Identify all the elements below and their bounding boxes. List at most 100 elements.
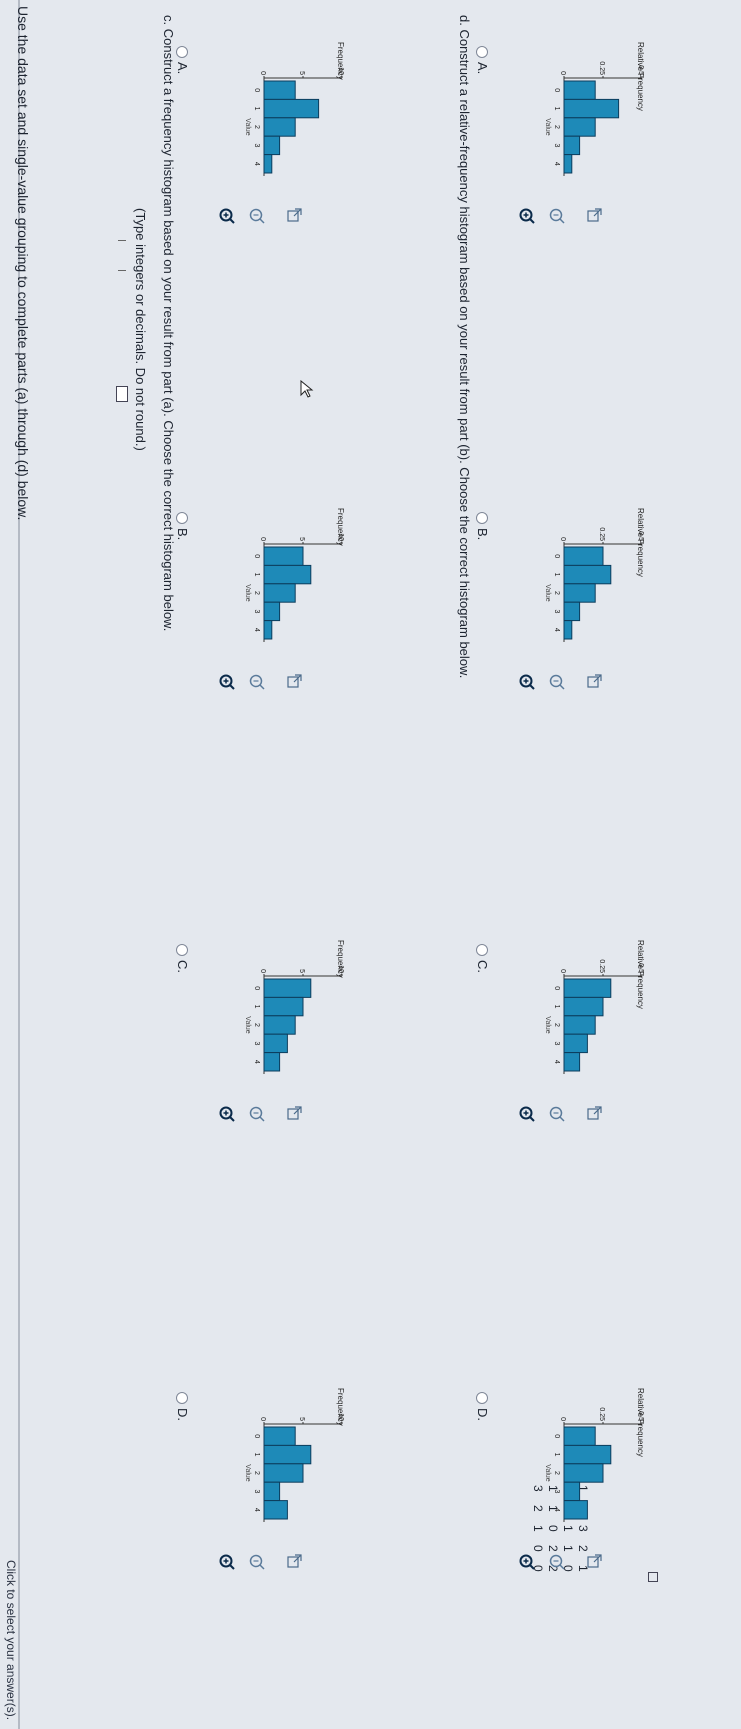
histogram-bar	[563, 601, 581, 622]
option-letter: C.	[175, 960, 190, 973]
y-tick-label: 10	[337, 67, 344, 75]
option-b[interactable]: B.	[175, 512, 190, 540]
zoom-out-icon[interactable]	[548, 207, 566, 225]
part-c-instruction: c. Construct a frequency histogram based…	[161, 15, 176, 632]
question-intro: Use the data set and single-value groupi…	[15, 6, 31, 521]
x-tick-label: 2	[253, 591, 260, 595]
expand-icon[interactable]	[586, 674, 602, 690]
x-axis-label: Value	[544, 584, 551, 601]
zoom-out-icon[interactable]	[548, 1553, 566, 1571]
zoom-in-icon[interactable]	[218, 1105, 236, 1123]
zoom-in-icon[interactable]	[518, 1105, 536, 1123]
zoom-in-icon[interactable]	[218, 207, 236, 225]
histogram-bar	[263, 1052, 281, 1072]
histogram-bar	[563, 154, 573, 174]
y-tick-label: 0	[559, 1417, 566, 1421]
radio-button[interactable]	[176, 512, 189, 524]
option-letter: D.	[475, 1408, 490, 1421]
option-b[interactable]: B.	[475, 512, 490, 540]
histogram-bar	[263, 601, 281, 622]
x-tick-label: 1	[253, 1453, 260, 1457]
radio-button[interactable]	[476, 944, 489, 956]
expand-icon[interactable]	[586, 208, 602, 224]
expand-icon[interactable]	[286, 1106, 302, 1122]
x-tick-label: 1	[253, 1005, 260, 1009]
expand-icon[interactable]	[286, 674, 302, 690]
zoom-in-icon[interactable]	[218, 1553, 236, 1571]
zoom-out-icon[interactable]	[248, 1553, 266, 1571]
x-tick-label: 2	[253, 1023, 260, 1027]
x-tick-label: 0	[253, 88, 260, 92]
zoom-in-icon[interactable]	[518, 673, 536, 691]
expand-icon[interactable]	[586, 1554, 602, 1570]
option-a[interactable]: A.	[475, 46, 490, 74]
radio-button[interactable]	[176, 46, 189, 58]
x-tick-label: 4	[553, 1060, 560, 1064]
y-tick-label: 0.5	[637, 65, 644, 75]
option-d[interactable]: D.	[175, 1392, 190, 1421]
x-axis-label: Value	[544, 1016, 551, 1033]
y-tick-label: 0.5	[637, 531, 644, 541]
x-axis-label: Value	[544, 1464, 551, 1481]
option-c[interactable]: C.	[175, 944, 190, 973]
histogram-bar	[563, 546, 604, 566]
y-tick-label: 0	[259, 1417, 266, 1421]
histogram-bar	[563, 978, 612, 998]
radio-button[interactable]	[476, 512, 489, 524]
histogram-bar	[263, 546, 304, 566]
y-axis-label: Relative Frequency	[636, 508, 645, 577]
histogram-bar	[263, 978, 312, 998]
zoom-out-icon[interactable]	[248, 1105, 266, 1123]
y-tick-label: 0.25	[598, 527, 605, 541]
radio-button[interactable]	[176, 944, 189, 956]
x-tick-label: 4	[253, 628, 260, 632]
zoom-out-icon[interactable]	[248, 207, 266, 225]
option-letter: B.	[175, 528, 190, 541]
x-tick-label: 0	[553, 986, 560, 990]
histogram-bar	[263, 564, 312, 585]
y-tick-label: 0.5	[637, 963, 644, 973]
histogram-bar	[563, 98, 620, 119]
x-tick-label: 1	[253, 107, 260, 111]
histogram-bar	[263, 996, 304, 1017]
histogram-bar	[263, 1033, 288, 1054]
x-tick-label: 0	[253, 986, 260, 990]
option-d[interactable]: D.	[475, 1392, 490, 1421]
zoom-out-icon[interactable]	[248, 673, 266, 691]
answer-input[interactable]	[116, 386, 128, 402]
x-tick-label: 0	[253, 554, 260, 558]
histogram-part_d-c: Relative Frequency 0 0.25 0.5 0 1 2 3 4 Value	[544, 940, 645, 1074]
x-tick-label: 2	[553, 125, 560, 129]
histogram-bar	[263, 1463, 304, 1483]
x-tick-label: 3	[553, 1489, 560, 1493]
copy-data-icon[interactable]	[648, 1572, 658, 1582]
option-c[interactable]: C.	[475, 944, 490, 973]
expand-icon[interactable]	[286, 1554, 302, 1570]
zoom-out-icon[interactable]	[548, 1105, 566, 1123]
expand-icon[interactable]	[586, 1106, 602, 1122]
table-line	[118, 240, 126, 241]
zoom-out-icon[interactable]	[548, 673, 566, 691]
histogram-bar	[263, 1444, 312, 1465]
zoom-in-icon[interactable]	[518, 207, 536, 225]
zoom-in-icon[interactable]	[218, 673, 236, 691]
radio-button[interactable]	[176, 1392, 189, 1404]
radio-button[interactable]	[476, 1392, 489, 1404]
x-tick-label: 4	[253, 1060, 260, 1064]
histogram-bar	[563, 1463, 604, 1483]
histogram-bar	[563, 1015, 596, 1035]
option-a[interactable]: A.	[175, 46, 190, 74]
histogram-bar	[263, 154, 273, 174]
histogram-bar	[563, 1500, 588, 1520]
option-letter: D.	[175, 1408, 190, 1421]
y-tick-label: 10	[337, 533, 344, 541]
x-tick-label: 0	[253, 1434, 260, 1438]
zoom-in-icon[interactable]	[518, 1553, 536, 1571]
radio-button[interactable]	[476, 46, 489, 58]
x-tick-label: 3	[553, 609, 560, 613]
histogram-bar	[263, 117, 296, 137]
x-tick-label: 1	[553, 1005, 560, 1009]
x-tick-label: 1	[553, 1453, 560, 1457]
histogram-bar	[563, 996, 604, 1017]
expand-icon[interactable]	[286, 208, 302, 224]
